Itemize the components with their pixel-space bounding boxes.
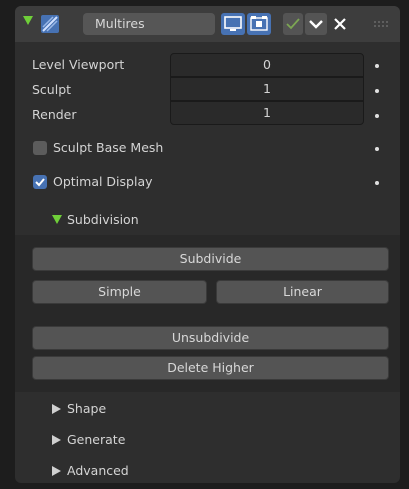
- remove-modifier-button[interactable]: [329, 13, 351, 35]
- level-viewport-field[interactable]: 0: [170, 53, 364, 77]
- checkmark-icon: [35, 178, 45, 187]
- modifier-dropdown-button[interactable]: [305, 13, 327, 35]
- subdivide-button[interactable]: Subdivide: [32, 247, 389, 271]
- modifier-header[interactable]: Multires: [15, 6, 400, 42]
- sculpt-level-field[interactable]: 1: [170, 77, 364, 101]
- unsubdivide-button[interactable]: Unsubdivide: [32, 326, 389, 350]
- multires-modifier-icon: [41, 15, 59, 33]
- chevron-right-icon[interactable]: [52, 435, 61, 445]
- monitor-icon: [224, 16, 242, 31]
- subdivision-panel-header[interactable]: Subdivision: [67, 209, 139, 231]
- on-cage-toggle[interactable]: [283, 13, 303, 35]
- level-viewport-decorate-dot[interactable]: [375, 64, 379, 68]
- generate-panel-header[interactable]: Generate: [67, 429, 125, 451]
- sculpt-label: Sculpt: [32, 82, 72, 97]
- linear-button[interactable]: Linear: [216, 280, 389, 304]
- subdivision-panel-body: Subdivide Simple Linear Unsubdivide Dele…: [15, 235, 400, 392]
- render-label: Render: [32, 107, 77, 122]
- expand-arrow-icon[interactable]: [52, 215, 62, 224]
- shape-panel-header[interactable]: Shape: [67, 398, 106, 420]
- advanced-panel-header[interactable]: Advanced: [67, 460, 129, 482]
- render-level-field[interactable]: 1: [170, 101, 364, 125]
- sculpt-base-mesh-label[interactable]: Sculpt Base Mesh: [53, 137, 163, 159]
- delete-higher-button[interactable]: Delete Higher: [32, 356, 389, 380]
- modifier-panel: Multires Level Viewport 0 Sculpt 1 Rende…: [15, 6, 400, 483]
- modifier-name-field[interactable]: Multires: [83, 13, 215, 35]
- render-decorate-dot[interactable]: [375, 114, 379, 118]
- collapse-arrow-icon[interactable]: [23, 16, 33, 25]
- show-in-viewport-toggle[interactable]: [221, 13, 245, 35]
- optimal-display-label[interactable]: Optimal Display: [53, 171, 153, 193]
- sculpt-decorate-dot[interactable]: [375, 89, 379, 93]
- chevron-right-icon[interactable]: [52, 404, 61, 414]
- sculpt-base-mesh-decorate-dot[interactable]: [375, 147, 379, 151]
- chevron-right-icon[interactable]: [52, 466, 61, 476]
- show-in-edit-mode-toggle[interactable]: [247, 13, 271, 35]
- drag-handle-icon[interactable]: [373, 20, 389, 28]
- close-icon: [334, 18, 346, 30]
- chevron-down-icon: [309, 20, 323, 29]
- optimal-display-decorate-dot[interactable]: [375, 181, 379, 185]
- edit-mode-icon: [250, 16, 268, 31]
- level-viewport-label: Level Viewport: [32, 57, 125, 72]
- sculpt-base-mesh-checkbox[interactable]: [33, 141, 47, 155]
- optimal-display-checkbox[interactable]: [33, 175, 47, 189]
- simple-button[interactable]: Simple: [32, 280, 207, 304]
- checkmark-icon: [286, 18, 300, 30]
